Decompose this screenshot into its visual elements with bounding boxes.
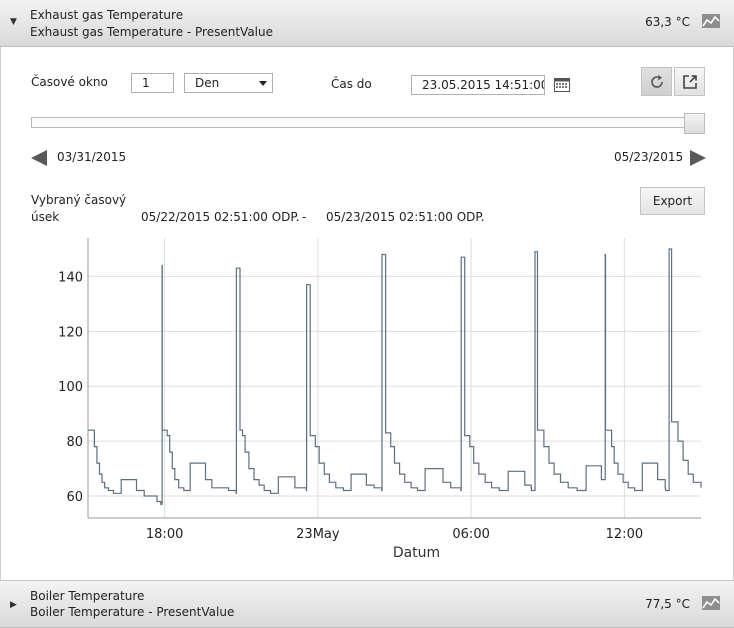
panel-title: Boiler Temperature <box>30 589 145 603</box>
calendar-icon[interactable] <box>554 77 570 92</box>
exhaust-panel-header[interactable]: ▼ Exhaust gas Temperature Exhaust gas Te… <box>0 0 734 47</box>
range-slider-track[interactable] <box>31 117 685 128</box>
arrow-right-icon[interactable] <box>690 150 706 166</box>
chevron-down-icon <box>259 81 267 86</box>
popout-button[interactable] <box>674 67 705 96</box>
panel-subtitle: Boiler Temperature - PresentValue <box>30 605 235 619</box>
selection-separator: - <box>302 210 307 224</box>
selection-from: 05/22/2015 02:51:00 ODP. <box>141 210 300 224</box>
y-tick-label: 60 <box>66 490 83 505</box>
time-unit-select[interactable]: Den <box>184 73 273 93</box>
x-axis-title: Datum <box>393 545 440 561</box>
series-line <box>88 248 702 505</box>
selection-label-line2: úsek <box>31 210 60 224</box>
popout-icon <box>683 75 697 89</box>
y-tick-label: 140 <box>58 270 83 285</box>
time-window-label: Časové okno <box>31 75 108 89</box>
y-tick-label: 80 <box>66 435 83 450</box>
x-tick-label: 12:00 <box>606 527 643 542</box>
trend-icon[interactable] <box>702 14 720 28</box>
current-value: 63,3 °C <box>645 15 690 29</box>
arrow-left-icon[interactable] <box>31 150 47 166</box>
time-to-input[interactable]: 23.05.2015 14:51:00 <box>411 75 545 95</box>
time-to-label: Čas do <box>331 77 372 91</box>
y-tick-label: 100 <box>58 380 83 395</box>
trend-panel-body: Časové okno 1 Den Čas do 23.05.2015 14:5… <box>0 47 734 580</box>
range-start-date: 03/31/2015 <box>57 150 127 164</box>
caret-right-icon[interactable]: ▶ <box>10 600 17 610</box>
export-button[interactable]: Export <box>640 187 705 215</box>
panel-title: Exhaust gas Temperature <box>30 8 184 22</box>
x-tick-label: 06:00 <box>452 527 489 542</box>
refresh-button[interactable] <box>641 67 672 96</box>
x-tick-label: 18:00 <box>146 527 183 542</box>
selection-to: 05/23/2015 02:51:00 ODP. <box>326 210 485 224</box>
caret-down-icon[interactable]: ▼ <box>10 17 17 27</box>
boiler-panel-header[interactable]: ▶ Boiler Temperature Boiler Temperature … <box>0 580 734 628</box>
trend-icon[interactable] <box>702 596 720 610</box>
y-tick-label: 120 <box>58 325 83 340</box>
current-value: 77,5 °C <box>645 597 690 611</box>
x-tick-label: 23May <box>296 527 340 542</box>
trend-chart: 60 80 100 120 140 18:00 23May 06:00 12:00 Datum <box>58 238 702 561</box>
range-slider-handle[interactable] <box>684 113 705 134</box>
refresh-icon <box>651 75 663 88</box>
panel-subtitle: Exhaust gas Temperature - PresentValue <box>30 25 274 39</box>
selection-label-line1: Vybraný časový <box>31 193 127 207</box>
time-unit-value: Den <box>195 76 220 90</box>
range-end-date: 05/23/2015 <box>614 150 684 164</box>
time-window-input[interactable]: 1 <box>131 73 174 93</box>
